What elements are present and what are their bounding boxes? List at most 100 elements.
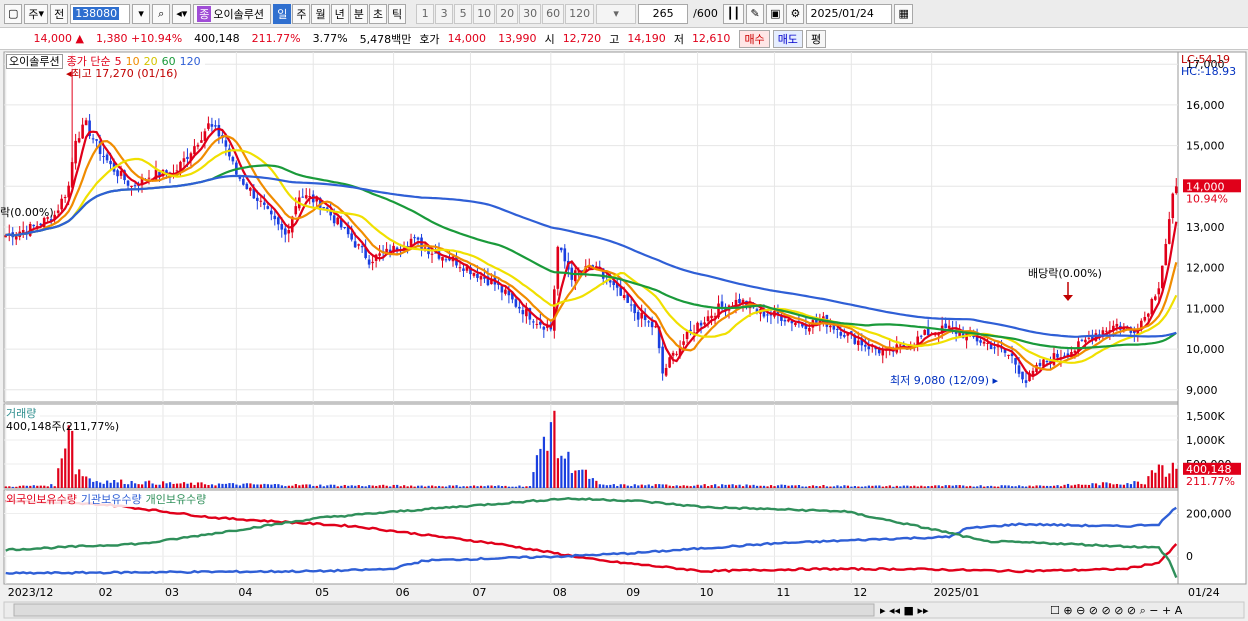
- candle-body: [102, 156, 105, 158]
- volume-bar: [790, 485, 794, 488]
- volume-bar: [479, 485, 483, 488]
- candle-body: [130, 185, 133, 188]
- institution-legend[interactable]: 기관보유수량: [81, 493, 142, 506]
- individual-legend[interactable]: 개인보유수량: [146, 493, 207, 506]
- volume-bar: [413, 486, 416, 488]
- volume-bar: [979, 485, 982, 488]
- volume-bar: [71, 430, 74, 488]
- candle-body: [413, 237, 416, 239]
- volume-bar: [458, 486, 462, 488]
- volume-bar: [797, 485, 801, 488]
- volume-bar: [857, 486, 860, 488]
- volume-bar: [1098, 485, 1101, 488]
- volume-bar: [438, 485, 441, 488]
- candle-body: [77, 138, 81, 143]
- candle-body: [109, 160, 112, 165]
- volume-bar: [1122, 484, 1126, 488]
- volume-bar: [1011, 486, 1014, 488]
- x-tick-label: 02: [99, 586, 113, 599]
- volume-bar: [909, 486, 912, 488]
- price-tick-label: 16,000: [1186, 99, 1225, 112]
- volume-bar: [396, 484, 399, 488]
- x-tick-label: 03: [165, 586, 179, 599]
- volume-bar: [151, 483, 154, 488]
- volume-bar: [252, 484, 256, 488]
- volume-bar: [1045, 485, 1049, 488]
- volume-bar: [424, 486, 427, 488]
- candle-body: [738, 298, 741, 304]
- volume-bar: [57, 468, 60, 488]
- volume-bar: [808, 486, 811, 488]
- volume-bar: [130, 480, 133, 488]
- foreign-legend[interactable]: 외국인보유수량: [6, 493, 77, 506]
- volume-bar: [637, 485, 640, 488]
- volume-bar: [287, 485, 290, 488]
- candle-body: [1045, 360, 1049, 362]
- price-legend-name[interactable]: 오이솔루션: [6, 54, 63, 69]
- volume-bar: [1018, 485, 1021, 488]
- volume-bar: [1063, 484, 1066, 488]
- volume-bar: [703, 484, 706, 488]
- volume-bar: [867, 485, 870, 488]
- volume-bar: [134, 483, 137, 488]
- price-tick-label: 13,000: [1186, 221, 1225, 234]
- volume-bar: [616, 485, 619, 488]
- volume-bar: [755, 485, 759, 488]
- volume-bar: [895, 485, 898, 488]
- candle-body: [1171, 193, 1175, 219]
- ma120-label: 120: [179, 55, 201, 68]
- candle-body: [458, 267, 462, 269]
- volume-tick-label: 1,500K: [1186, 410, 1225, 423]
- volume-bar: [944, 485, 947, 488]
- volume-bar: [776, 485, 780, 488]
- volume-bar: [721, 484, 724, 488]
- volume-bar: [182, 482, 186, 488]
- candle-body: [269, 210, 273, 215]
- volume-bar: [95, 481, 98, 488]
- volume-bar: [563, 458, 566, 488]
- volume-bar: [1021, 486, 1024, 488]
- volume-bar: [154, 484, 158, 488]
- candle-body: [182, 158, 186, 162]
- volume-bar: [731, 484, 734, 488]
- candle-body: [60, 198, 63, 210]
- volume-bar: [444, 486, 448, 488]
- volume-bar: [441, 486, 444, 488]
- candle-body: [479, 276, 483, 280]
- volume-bar: [172, 483, 175, 488]
- volume-bar: [88, 478, 91, 488]
- price-tick-label: 10,000: [1186, 343, 1225, 356]
- volume-bar: [11, 486, 14, 488]
- candle-body: [668, 357, 671, 368]
- volume-bar: [291, 485, 294, 488]
- candle-body: [808, 327, 811, 332]
- volume-bar: [392, 484, 395, 488]
- x-tick-label: 08: [553, 586, 567, 599]
- volume-bar: [864, 486, 867, 488]
- volume-bar: [567, 451, 570, 488]
- volume-bar: [539, 448, 542, 488]
- candle-body: [56, 210, 60, 213]
- candle-body: [661, 346, 664, 374]
- volume-bar: [748, 485, 752, 488]
- volume-bar: [431, 485, 434, 488]
- volume-bar: [210, 484, 214, 488]
- volume-bar: [165, 483, 168, 488]
- volume-bar: [326, 485, 329, 488]
- volume-bar: [1150, 470, 1153, 488]
- candle-body: [553, 289, 556, 331]
- volume-bar: [357, 485, 360, 488]
- volume-bar: [113, 480, 116, 488]
- volume-bar: [74, 474, 77, 488]
- volume-bar: [577, 470, 580, 488]
- candle-body: [95, 139, 98, 141]
- candle-body: [224, 140, 228, 147]
- volume-bar: [654, 484, 657, 488]
- candle-body: [217, 125, 221, 137]
- volume-bar: [700, 485, 703, 488]
- volume-bar: [853, 486, 857, 488]
- volume-bar: [818, 486, 822, 488]
- volume-bar: [906, 485, 909, 488]
- volume-bar: [976, 486, 979, 488]
- hc-label: HC:-18.93: [1181, 65, 1236, 78]
